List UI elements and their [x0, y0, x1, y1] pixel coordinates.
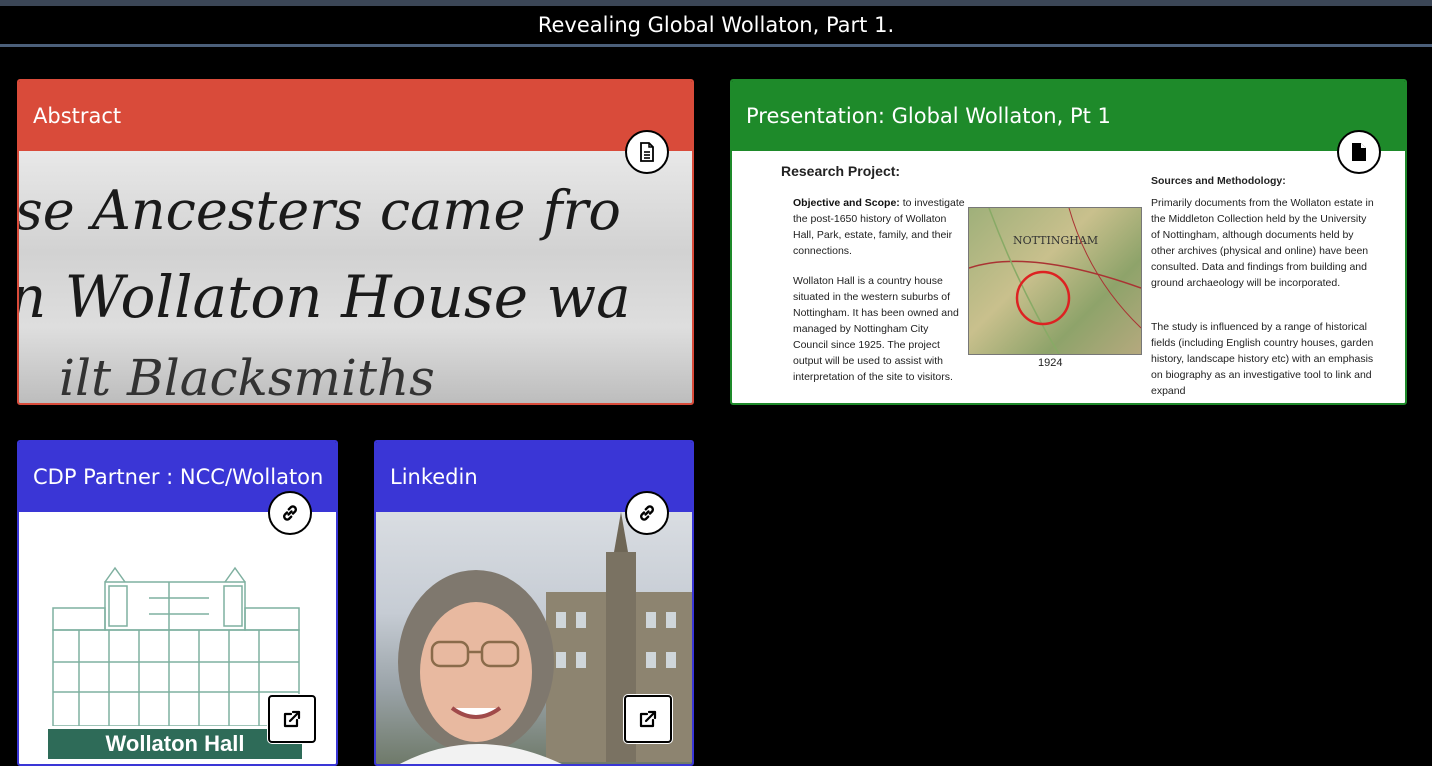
manuscript-line-3: ilt Blacksmiths — [59, 349, 435, 403]
slide-sources-text: Primarily documents from the Wollaton es… — [1151, 197, 1374, 289]
document-lines-icon[interactable] — [625, 130, 669, 174]
abstract-card-header: Abstract — [19, 81, 692, 151]
slide-objective-label: Objective and Scope: — [793, 197, 900, 209]
manuscript-image: ​ se Ancesters came fro n Wollaton House… — [19, 151, 692, 403]
slide-influence-text: The study is influenced by a range of hi… — [1151, 321, 1374, 397]
slide-heading: Research Project: — [781, 163, 901, 179]
abstract-card-image[interactable]: ​ se Ancesters came fro n Wollaton House… — [19, 151, 692, 403]
cdp-card-title: CDP Partner : NCC/Wollaton — [33, 465, 323, 489]
map-1924: NOTTINGHAM — [968, 207, 1142, 355]
page-title: Revealing Global Wollaton, Part 1. — [537, 13, 895, 37]
link-icon[interactable] — [625, 491, 669, 535]
abstract-card[interactable]: Abstract ​ se Ancesters came fro n Wolla… — [17, 79, 694, 405]
slide-sources-heading: Sources and Methodology: — [1151, 175, 1286, 187]
slide: Research Project: Objective and Scope: t… — [732, 151, 1405, 403]
slide-objective: Objective and Scope: to investigate the … — [793, 195, 965, 259]
slide-hall-text: Wollaton Hall is a country house situate… — [793, 275, 959, 383]
logo-banner: Wollaton Hall — [48, 729, 302, 759]
document-filled-icon[interactable] — [1337, 130, 1381, 174]
presentation-card-title: Presentation: Global Wollaton, Pt 1 — [746, 104, 1111, 128]
link-icon[interactable] — [268, 491, 312, 535]
manuscript-line-1: se Ancesters came fro — [19, 179, 621, 242]
map-year: 1924 — [1038, 357, 1063, 369]
logo-text: Wollaton Hall — [105, 731, 245, 756]
abstract-card-title: Abstract — [33, 104, 122, 128]
linkedin-card-title: Linkedin — [390, 465, 478, 489]
presentation-card-header: Presentation: Global Wollaton, Pt 1 — [732, 81, 1405, 151]
hall-outline-drawing — [52, 566, 300, 726]
manuscript-line-2: n Wollaton House wa — [19, 263, 631, 331]
external-link-icon[interactable] — [268, 695, 316, 743]
presentation-slide-preview[interactable]: Research Project: Objective and Scope: t… — [732, 151, 1405, 403]
title-bar: Revealing Global Wollaton, Part 1. — [0, 6, 1432, 47]
presentation-card[interactable]: Presentation: Global Wollaton, Pt 1 Rese… — [730, 79, 1407, 405]
external-link-icon[interactable] — [624, 695, 672, 743]
